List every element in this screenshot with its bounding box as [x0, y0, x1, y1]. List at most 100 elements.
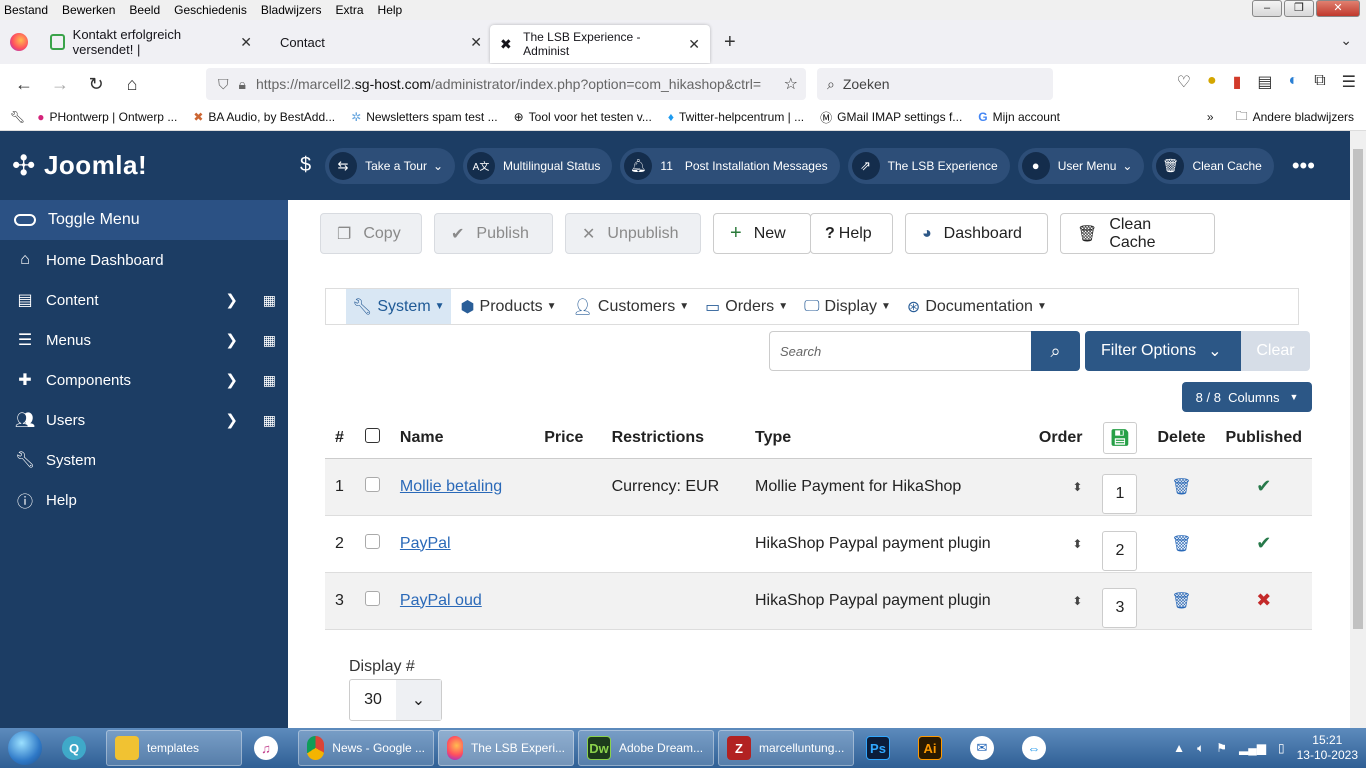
new-tab-button[interactable]: + — [724, 31, 736, 54]
sidebar-item-components[interactable]: ✚ Components ❯ ▦ — [0, 360, 288, 400]
trash-icon[interactable]: 🗑︎ — [1171, 593, 1191, 610]
search-input[interactable]: Search — [769, 331, 1032, 371]
col-type[interactable]: Type — [745, 419, 1029, 459]
taskbar-chrome[interactable]: News - Google ... — [298, 730, 434, 766]
columns-button[interactable]: 8 / 8 Columns ▼ — [1182, 382, 1312, 412]
hikamenu-display[interactable]: 🖵︎ Display ▼ — [798, 289, 897, 324]
copy-button[interactable]: ❐ Copy — [320, 213, 422, 254]
menu-extra[interactable]: Extra — [336, 3, 364, 17]
sidebar-icon[interactable]: ▤ — [1257, 72, 1272, 92]
menu-bladwijzers[interactable]: Bladwijzers — [261, 3, 322, 17]
bookmark-phontwerp[interactable]: ● PHontwerp | Ontwerp ... — [37, 110, 177, 124]
row-name-link[interactable]: PayPal oud — [400, 592, 482, 609]
order-input[interactable]: 3 — [1102, 587, 1138, 628]
row-name-link[interactable]: Mollie betaling — [400, 478, 502, 495]
bookmark-ba-audio[interactable]: ✖ BA Audio, by BestAdd... — [193, 110, 335, 124]
taskbar-dreamweaver[interactable]: Dw Adobe Dream... — [578, 730, 714, 766]
menu-beeld[interactable]: Beeld — [129, 3, 160, 17]
taskbar-illustrator[interactable]: Ai — [910, 730, 958, 766]
view-site-button[interactable]: ⇗ The LSB Experience — [847, 147, 1010, 184]
search-button[interactable]: ⌕ — [1031, 331, 1080, 371]
row-checkbox[interactable] — [364, 533, 380, 549]
menu-icon[interactable]: ☰ — [1342, 72, 1356, 92]
sidebar-item-help[interactable]: ⓘ Help — [0, 480, 288, 520]
display-number-select[interactable]: 30 ⌄ — [349, 679, 442, 721]
firefox-view-tab[interactable] — [0, 20, 40, 64]
bookmark-gmail[interactable]: Ⓜ GMail IMAP settings f... — [820, 109, 962, 126]
clock[interactable]: 15:21 13-10-2023 — [1297, 733, 1358, 763]
menu-bestand[interactable]: Bestand — [4, 3, 48, 17]
dashboard-button[interactable]: ◕ Dashboard — [905, 213, 1048, 254]
hikamenu-products[interactable]: ⬢ Products ▼ — [455, 289, 563, 324]
minimize-button[interactable]: – — [1252, 0, 1282, 17]
menu-help[interactable]: Help — [378, 3, 403, 17]
dashboard-grid-icon[interactable]: ▦ — [263, 412, 276, 429]
network-icon[interactable]: ▂▄▆ — [1239, 741, 1266, 755]
unpublished-cross-icon[interactable]: ✖ — [1256, 590, 1271, 610]
menu-geschiedenis[interactable]: Geschiedenis — [174, 3, 247, 17]
clean-cache-header-button[interactable]: 🗑︎ Clean Cache — [1152, 147, 1274, 184]
sort-handle-icon[interactable]: ⬍ — [1072, 594, 1082, 608]
published-check-icon[interactable]: ✔ — [1256, 476, 1271, 496]
tab-kontakt[interactable]: Kontakt erfolgreich versendet! | ✕ — [40, 20, 262, 64]
bookmark-twitter[interactable]: ♦ Twitter-helpcentrum | ... — [668, 110, 804, 124]
edge-icon[interactable]: ◐ — [1289, 72, 1299, 92]
reload-icon[interactable]: ↻ — [78, 74, 114, 95]
search-bar[interactable]: ⌕ Zoeken — [817, 68, 1053, 100]
bookmark-star-icon[interactable]: ☆ — [784, 74, 798, 94]
menu-bewerken[interactable]: Bewerken — [62, 3, 115, 17]
hikamenu-system[interactable]: 🔧︎ System ▼ — [346, 289, 451, 324]
sidebar-item-content[interactable]: ▤ Content ❯ ▦ — [0, 280, 288, 320]
trash-icon[interactable]: 🗑︎ — [1171, 536, 1191, 553]
filter-options-button[interactable]: Filter Options ⌄ — [1085, 331, 1241, 371]
new-button[interactable]: + New — [713, 213, 811, 254]
hikamenu-orders[interactable]: ▭ Orders ▼ — [699, 289, 794, 324]
taskbar-search[interactable]: Q — [54, 730, 102, 766]
taskbar-itunes[interactable]: ♫ — [246, 730, 294, 766]
col-name[interactable]: Name — [389, 419, 535, 459]
row-name-link[interactable]: PayPal — [400, 535, 451, 552]
forward-icon[interactable]: → — [42, 74, 78, 95]
taskbar-teamviewer[interactable]: ⇔ — [1014, 730, 1062, 766]
battery-icon[interactable]: ▯ — [1278, 741, 1285, 755]
extensions-icon[interactable]: ⧉ — [1314, 72, 1325, 92]
start-button[interactable] — [0, 728, 50, 768]
toggle-menu-button[interactable]: Toggle Menu — [0, 200, 288, 240]
list-all-tabs-icon[interactable]: ⌄ — [1340, 32, 1352, 49]
sort-handle-icon[interactable]: ⬍ — [1072, 537, 1082, 551]
url-bar[interactable]: ⛉ 🔒︎ https://marcell2. sg-host.com/admini… — [206, 68, 806, 100]
hikamenu-documentation[interactable]: ⊛ Documentation ▼ — [901, 289, 1053, 324]
publish-button[interactable]: ✔ Publish — [434, 213, 553, 254]
unpublish-button[interactable]: ✕ Unpublish — [565, 213, 701, 254]
sidebar-item-home-dashboard[interactable]: ⌂ Home Dashboard — [0, 240, 288, 280]
multilingual-status-button[interactable]: A文 Multilingual Status — [463, 147, 613, 184]
hand-coin-icon[interactable]: $ — [300, 154, 311, 177]
sidebar-item-system[interactable]: 🔧︎ System — [0, 440, 288, 480]
order-input[interactable]: 2 — [1102, 530, 1138, 571]
order-input[interactable]: 1 — [1102, 473, 1138, 514]
page-scrollbar[interactable] — [1350, 131, 1366, 728]
close-icon[interactable]: ✕ — [688, 36, 700, 53]
dashboard-grid-icon[interactable]: ▦ — [263, 332, 276, 349]
taskbar-firefox[interactable]: The LSB Experi... — [438, 730, 574, 766]
take-a-tour-button[interactable]: ⇆ Take a Tour ⌄ — [325, 147, 456, 184]
dashboard-grid-icon[interactable]: ▦ — [263, 372, 276, 389]
taskbar-filezilla[interactable]: Zmarcelluntung... — [718, 730, 854, 766]
pocket-icon[interactable]: ♡ — [1177, 72, 1191, 92]
row-checkbox[interactable] — [364, 590, 380, 606]
save-order-icon[interactable]: 💾︎ — [1102, 422, 1137, 455]
trash-icon[interactable]: 🗑︎ — [1171, 479, 1191, 496]
tab-lsb-experience[interactable]: ✖ The LSB Experience - Administ ✕ — [490, 25, 710, 63]
extension-red-icon[interactable]: ▮ — [1233, 72, 1242, 92]
extension-yellow-icon[interactable]: ● — [1207, 72, 1217, 92]
sidebar-item-menus[interactable]: ☰ Menus ❯ ▦ — [0, 320, 288, 360]
close-icon[interactable]: ✕ — [470, 34, 482, 51]
col-order[interactable]: Order — [1028, 419, 1093, 459]
help-button[interactable]: ? Help — [810, 213, 893, 254]
user-menu-button[interactable]: ● User Menu ⌄ — [1017, 147, 1145, 184]
col-restrictions[interactable]: Restrictions — [601, 419, 745, 459]
wrench-icon[interactable]: 🔧︎ — [10, 110, 25, 124]
restore-button[interactable]: ❐ — [1284, 0, 1314, 17]
joomla-logo[interactable]: ✣ Joomla! — [0, 131, 288, 200]
close-icon[interactable]: ✕ — [240, 34, 252, 51]
